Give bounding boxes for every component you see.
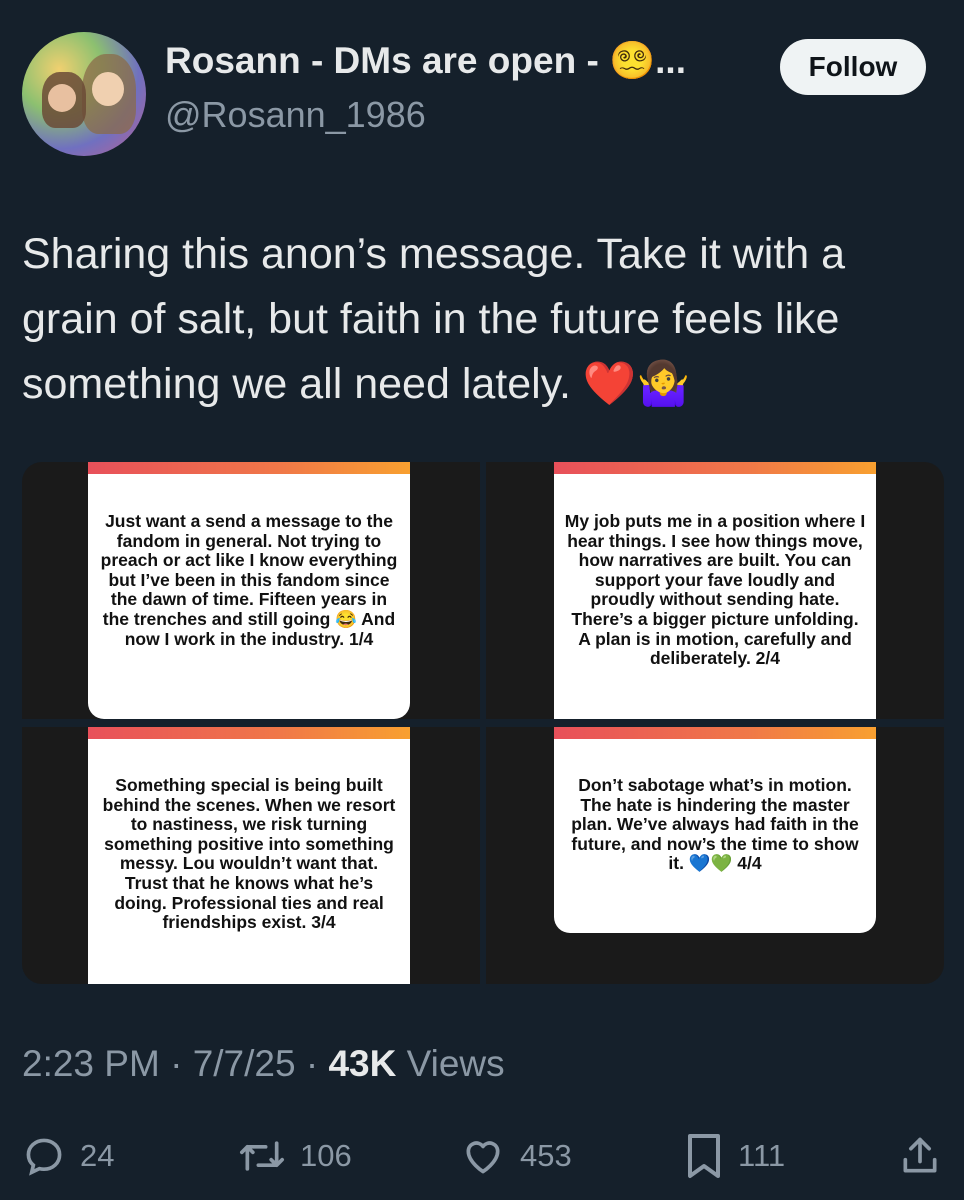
- card-text-1: Just want a send a message to the fandom…: [100, 511, 398, 649]
- media-tile-4[interactable]: Don’t sabotage what’s in motion. The hat…: [486, 727, 944, 984]
- reply-icon: [26, 1138, 62, 1176]
- tweet-time[interactable]: 2:23 PM: [22, 1043, 160, 1084]
- like-button[interactable]: 453: [460, 1128, 572, 1184]
- shrug-emoji: 🤷‍♀️: [636, 360, 691, 408]
- meta-separator: ·: [295, 1043, 329, 1084]
- card-text-4: Don’t sabotage what’s in motion. The hat…: [571, 775, 859, 874]
- author-handle[interactable]: @Rosann_1986: [165, 94, 426, 136]
- avatar-face: [92, 72, 124, 106]
- like-count: 453: [520, 1138, 572, 1173]
- bookmark-icon: [688, 1134, 720, 1178]
- media-tile-1[interactable]: Just want a send a message to the fandom…: [22, 462, 480, 719]
- anon-message-card-2: My job puts me in a position where I hea…: [554, 462, 876, 719]
- media-tile-3[interactable]: Something special is being built behind …: [22, 727, 480, 984]
- anon-message-card-3: Something special is being built behind …: [88, 727, 410, 984]
- bookmark-button[interactable]: 111: [684, 1128, 785, 1184]
- card-text-2: My job puts me in a position where I hea…: [564, 511, 866, 669]
- name-emoji: 😵‍💫: [609, 40, 656, 81]
- repost-button[interactable]: 106: [238, 1128, 352, 1184]
- views-label: Views: [396, 1043, 505, 1084]
- card-gradient-bar: [554, 727, 876, 739]
- card-text-3: Something special is being built behind …: [102, 775, 396, 933]
- share-button[interactable]: [898, 1128, 942, 1184]
- card-gradient-bar: [554, 462, 876, 474]
- avatar[interactable]: [22, 32, 146, 156]
- anon-message-card-4: Don’t sabotage what’s in motion. The hat…: [554, 727, 876, 933]
- heart-emoji: ❤️: [582, 360, 637, 408]
- reply-count: 24: [80, 1138, 115, 1173]
- action-bar: 24 106 453 111: [0, 1128, 964, 1184]
- follow-button[interactable]: Follow: [780, 39, 926, 95]
- author-name[interactable]: Rosann - DMs are open - 😵‍💫...: [165, 40, 686, 83]
- name-ellipsis: ...: [655, 40, 686, 81]
- author-name-text: Rosann - DMs are open -: [165, 40, 610, 81]
- tweet-date[interactable]: 7/7/25: [193, 1043, 296, 1084]
- heart-icon: [466, 1141, 500, 1174]
- tweet-meta: 2:23 PM · 7/7/25 · 43K Views: [22, 1043, 505, 1085]
- tweet-body: Sharing this anon’s message. Take it wit…: [22, 230, 846, 408]
- card-gradient-bar: [88, 462, 410, 474]
- meta-separator: ·: [159, 1043, 193, 1084]
- anon-message-card-1: Just want a send a message to the fandom…: [88, 462, 410, 719]
- bookmark-count: 111: [738, 1138, 786, 1173]
- tweet-text: Sharing this anon’s message. Take it wit…: [22, 222, 942, 417]
- avatar-face: [48, 84, 76, 112]
- reply-button[interactable]: 24: [22, 1128, 114, 1184]
- repost-icon: [239, 1141, 284, 1171]
- views-count: 43K: [328, 1043, 397, 1084]
- media-tile-2[interactable]: My job puts me in a position where I hea…: [486, 462, 944, 719]
- card-gradient-bar: [88, 727, 410, 739]
- repost-count: 106: [300, 1138, 352, 1173]
- share-icon: [903, 1137, 937, 1173]
- media-grid: Just want a send a message to the fandom…: [22, 462, 944, 984]
